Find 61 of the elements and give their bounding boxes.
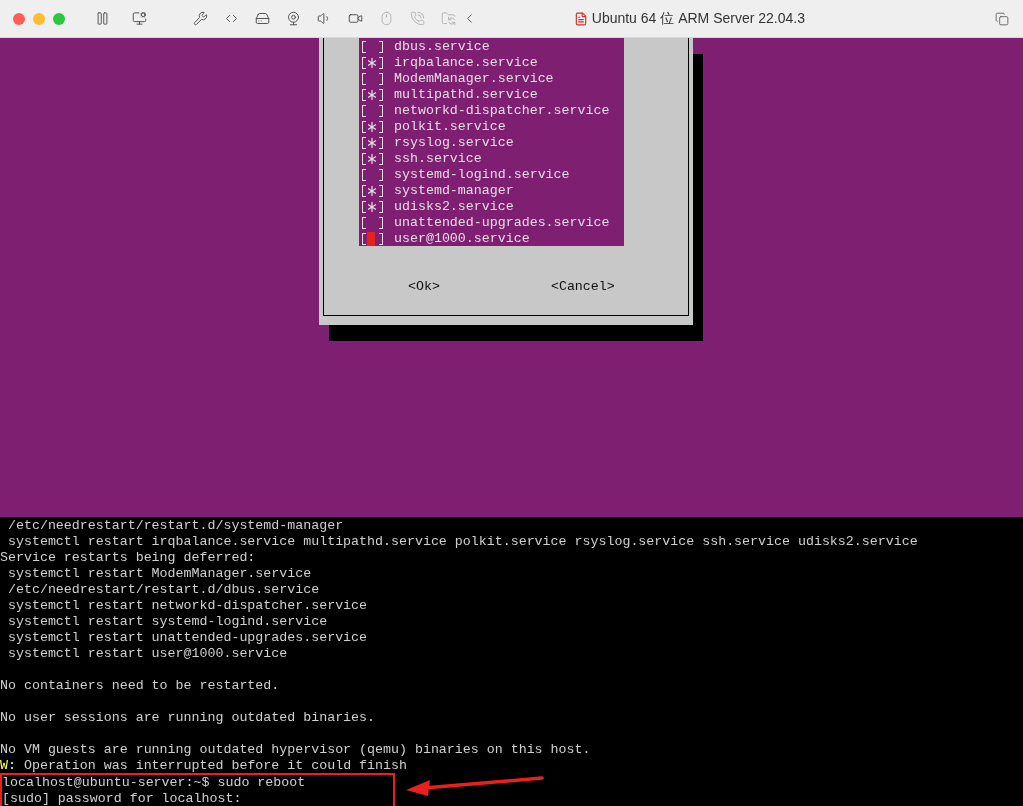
- webcam-icon[interactable]: [286, 11, 301, 26]
- checkbox[interactable]: [362, 40, 386, 54]
- checkbox[interactable]: [362, 56, 386, 70]
- terminal-line: systemctl restart networkd-dispatcher.service: [6, 598, 368, 613]
- asterisk-icon: [368, 138, 376, 148]
- terminal-line: systemctl restart ModemManager.service: [6, 566, 312, 581]
- terminal-line: Operation was interrupted before it could finish: [23, 758, 407, 773]
- service-name: udisks2.service: [394, 199, 514, 215]
- service-name: ssh.service: [394, 151, 482, 167]
- document-icon: [573, 11, 588, 26]
- service-name: ModemManager.service: [394, 71, 554, 87]
- terminal-line: localhost@ubuntu-server:~$ sudo reboot: [2, 775, 306, 790]
- ok-button[interactable]: <Ok>: [408, 279, 440, 295]
- asterisk-icon: [368, 58, 376, 68]
- terminal-line: Service restarts being deferred:: [0, 550, 256, 565]
- service-name: systemd-logind.service: [394, 167, 570, 183]
- checkbox[interactable]: [362, 216, 386, 230]
- camera-icon[interactable]: [348, 11, 363, 26]
- terminal-line: [sudo] password for localhost:: [2, 791, 242, 806]
- checkbox[interactable]: [362, 72, 386, 86]
- window-title: Ubuntu 64 位 ARM Server 22.04.3: [591, 9, 805, 28]
- service-name: dbus.service: [394, 39, 490, 55]
- service-name: rsyslog.service: [394, 135, 514, 151]
- asterisk-icon: [368, 122, 376, 132]
- checkbox[interactable]: [362, 88, 386, 102]
- checkbox[interactable]: [362, 232, 386, 246]
- cancel-button[interactable]: <Cancel>: [550, 279, 615, 295]
- checkbox[interactable]: [362, 200, 386, 214]
- service-name: user@1000.service: [394, 231, 530, 247]
- checkbox[interactable]: [362, 168, 386, 182]
- terminal-line: No containers need to be restarted.: [0, 678, 280, 693]
- terminal-line: /etc/needrestart/restart.d/systemd-manager: [6, 518, 344, 533]
- terminal-line: No VM guests are running outdated hypervisor (qemu) binaries on this host.: [0, 742, 591, 757]
- checkbox[interactable]: [362, 104, 386, 118]
- service-name: multipathd.service: [394, 87, 538, 103]
- pause-icon[interactable]: [95, 11, 110, 26]
- service-name: polkit.service: [394, 119, 506, 135]
- checkbox[interactable]: [362, 120, 386, 134]
- terminal-line: systemctl restart systemd-logind.service: [6, 614, 328, 629]
- checkbox[interactable]: [362, 184, 386, 198]
- asterisk-icon: [368, 186, 376, 196]
- asterisk-icon: [368, 154, 376, 164]
- service-name: networkd-dispatcher.service: [394, 103, 610, 119]
- copy-icon[interactable]: [995, 11, 1009, 26]
- terminal-line: systemctl restart irqbalance.service multipathd.service polkit.service rsyslog.service ssh.service udisks2.service: [6, 534, 918, 549]
- wrench-icon[interactable]: [193, 11, 208, 26]
- terminal-line: systemctl restart unattended-upgrades.service: [6, 630, 368, 645]
- terminal-line: No user sessions are running outdated binaries.: [0, 710, 376, 725]
- asterisk-icon: [368, 202, 376, 212]
- terminal-line: /etc/needrestart/restart.d/dbus.service: [6, 582, 320, 597]
- asterisk-icon: [368, 90, 376, 100]
- service-name: unattended-upgrades.service: [394, 215, 610, 231]
- close-button[interactable]: [13, 12, 25, 25]
- monitor-settings-icon[interactable]: [132, 11, 147, 26]
- warning-prefix: W:: [0, 758, 16, 773]
- terminal-line: systemctl restart user@1000.service: [6, 646, 288, 661]
- service-name: irqbalance.service: [394, 55, 538, 71]
- drive-icon[interactable]: [255, 11, 270, 26]
- checkbox[interactable]: [362, 136, 386, 150]
- service-name: systemd-manager: [394, 183, 514, 199]
- checkbox[interactable]: [362, 152, 386, 166]
